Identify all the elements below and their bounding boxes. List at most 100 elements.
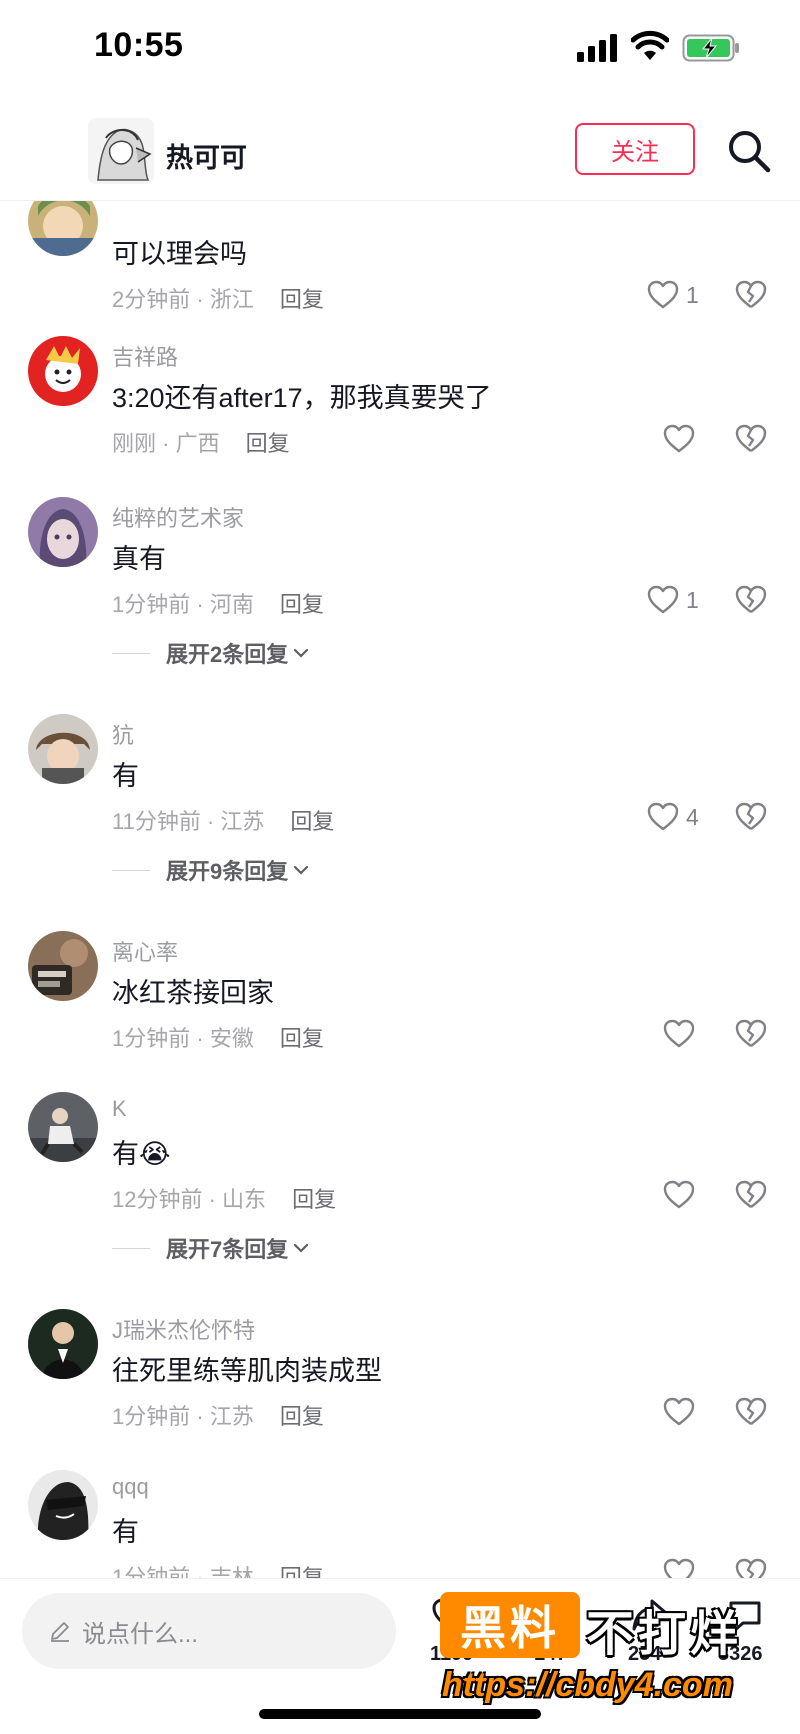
dislike-broken-heart-icon[interactable]	[734, 1556, 768, 1580]
comment-time: 1分钟前	[112, 592, 191, 617]
heart-icon	[663, 1180, 695, 1209]
dislike-broken-heart-icon[interactable]	[734, 278, 768, 312]
pencil-icon	[51, 1622, 69, 1642]
status-time: 10:55	[94, 26, 184, 64]
avatar[interactable]	[28, 1309, 98, 1379]
comment-time: 刚刚	[112, 431, 157, 456]
like-count: 4	[686, 803, 699, 830]
expand-replies[interactable]: 展开7条回复	[112, 1232, 310, 1264]
comment-location: 河南	[209, 592, 254, 617]
dislike-broken-heart-icon[interactable]	[734, 1178, 768, 1212]
like-button[interactable]: 1	[646, 278, 699, 312]
signal-icon	[577, 34, 617, 62]
like-count: 1	[686, 586, 699, 613]
avatar[interactable]	[28, 336, 98, 406]
like-button[interactable]	[662, 1178, 702, 1212]
comment-meta: 11分钟前 · 江苏 回复	[112, 809, 335, 834]
watermark-logo-box: 黑料	[440, 1592, 580, 1658]
comment-username[interactable]: 犺	[112, 718, 134, 750]
comment-text: 有😭	[112, 1139, 171, 1169]
chevron-down-icon	[294, 648, 309, 658]
comment-meta: 刚刚 · 广西 回复	[112, 431, 290, 456]
reply-button[interactable]: 回复	[280, 1026, 324, 1051]
avatar[interactable]	[28, 497, 98, 567]
author-avatar[interactable]	[88, 118, 154, 184]
reply-button[interactable]: 回复	[246, 431, 290, 456]
divider	[112, 869, 150, 871]
comment-location: 广西	[175, 431, 220, 456]
heart-icon	[663, 1558, 695, 1580]
comment-meta: 1分钟前 · 吉林 回复	[112, 1560, 324, 1580]
reply-button[interactable]: 回复	[280, 1404, 324, 1429]
expand-replies[interactable]: 展开2条回复	[112, 637, 310, 669]
comment-username[interactable]: J瑞米杰伦怀特	[112, 1313, 255, 1345]
expand-replies-label: 展开7条回复	[166, 1237, 289, 1262]
divider	[112, 1247, 150, 1249]
expand-replies-label: 展开2条回复	[166, 642, 289, 667]
watermark: 黑料 不打烊 https://cbdy4.com	[436, 1586, 776, 1706]
home-indicator	[259, 1709, 541, 1719]
comment-list[interactable]: 可以理会吗 2分钟前 · 浙江 回复 1 吉祥路 3:20还有after17，那我…	[0, 200, 800, 1580]
author-name[interactable]: 热可可	[166, 136, 247, 175]
watermark-logo-text: 不打烊	[586, 1608, 743, 1661]
like-button[interactable]: 1	[646, 583, 699, 617]
like-button[interactable]: 4	[646, 800, 699, 834]
comment-text: 有	[112, 1517, 139, 1547]
heart-icon	[663, 1019, 695, 1048]
comment-text: 真有	[112, 544, 166, 574]
like-count: 1	[686, 281, 699, 308]
heart-icon	[647, 802, 679, 831]
dislike-broken-heart-icon[interactable]	[734, 422, 768, 456]
avatar[interactable]	[28, 931, 98, 1001]
comment-location: 江苏	[220, 809, 265, 834]
comment-username[interactable]: 吉祥路	[112, 340, 178, 372]
comment-username[interactable]: 纯粹的艺术家	[112, 501, 244, 533]
reply-button[interactable]: 回复	[292, 1187, 336, 1212]
comment-location: 山东	[222, 1187, 267, 1212]
comment-time: 11分钟前	[112, 809, 201, 834]
comment-time: 1分钟前	[112, 1404, 191, 1429]
search-icon[interactable]	[726, 128, 772, 174]
like-button[interactable]	[662, 422, 702, 456]
comment-meta: 1分钟前 · 江苏 回复	[112, 1404, 324, 1429]
comment-username[interactable]: qqq	[112, 1474, 149, 1500]
wifi-icon	[631, 30, 669, 60]
heart-icon	[663, 424, 695, 453]
expand-replies[interactable]: 展开9条回复	[112, 854, 310, 886]
heart-icon	[647, 585, 679, 614]
avatar[interactable]	[28, 200, 98, 256]
follow-button[interactable]: 关注	[575, 123, 695, 175]
avatar[interactable]	[28, 714, 98, 784]
like-button[interactable]	[662, 1395, 702, 1429]
dislike-broken-heart-icon[interactable]	[734, 1395, 768, 1429]
reply-button[interactable]: 回复	[290, 809, 334, 834]
expand-replies-label: 展开9条回复	[166, 859, 289, 884]
comment-text: 可以理会吗	[112, 239, 247, 269]
comment-time: 2分钟前	[112, 287, 191, 312]
reply-button[interactable]: 回复	[280, 592, 324, 617]
comment-input[interactable]: 说点什么...	[22, 1593, 396, 1669]
heart-icon	[647, 280, 679, 309]
like-button[interactable]	[662, 1017, 702, 1051]
divider	[112, 652, 150, 654]
comment-text: 3:20还有after17，那我真要哭了	[112, 383, 492, 413]
comment-username[interactable]: 离心率	[112, 935, 178, 967]
dislike-broken-heart-icon[interactable]	[734, 800, 768, 834]
comment-time: 12分钟前	[112, 1187, 203, 1212]
like-button[interactable]	[662, 1556, 702, 1580]
chevron-down-icon	[294, 1243, 309, 1253]
reply-button[interactable]: 回复	[280, 287, 324, 312]
avatar[interactable]	[28, 1470, 98, 1540]
status-bar: 10:55	[0, 0, 800, 96]
comment-text: 往死里练等肌肉装成型	[112, 1356, 382, 1386]
comment-location: 江苏	[209, 1404, 254, 1429]
comment-text: 冰红茶接回家	[112, 978, 274, 1008]
comment-username[interactable]: K	[112, 1096, 127, 1122]
avatar[interactable]	[28, 1092, 98, 1162]
comment-meta: 12分钟前 · 山东 回复	[112, 1187, 337, 1212]
dislike-broken-heart-icon[interactable]	[734, 583, 768, 617]
dislike-broken-heart-icon[interactable]	[734, 1017, 768, 1051]
battery-icon	[682, 34, 739, 62]
comment-time: 1分钟前	[112, 1026, 191, 1051]
watermark-url: https://cbdy4.com	[442, 1666, 733, 1704]
